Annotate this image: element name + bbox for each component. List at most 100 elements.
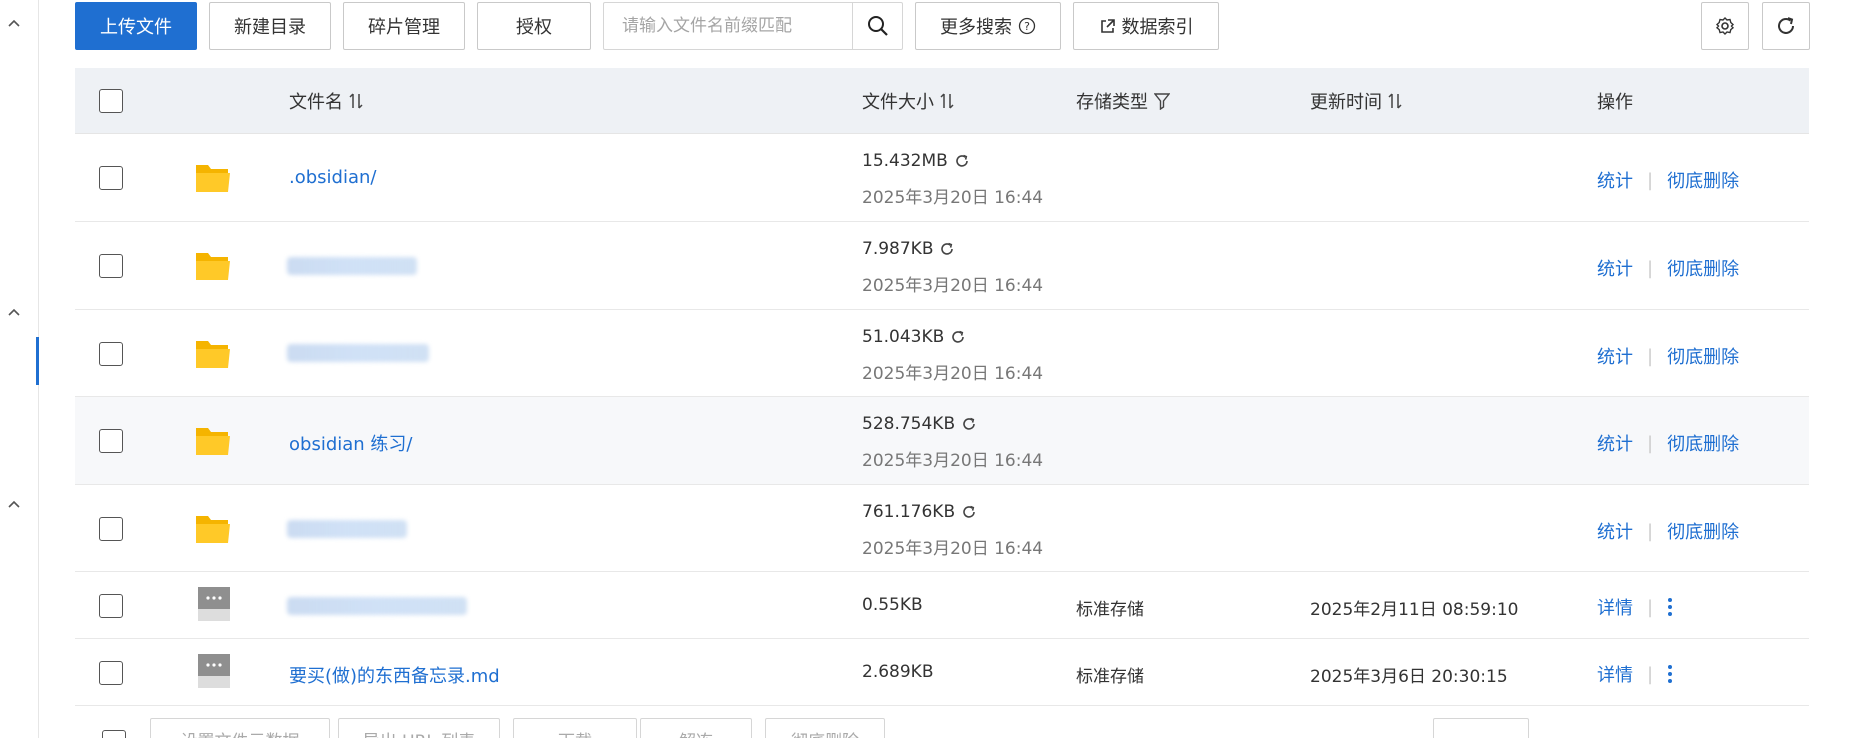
upload-button[interactable]: 上传文件	[75, 2, 197, 50]
left-rail	[0, 0, 39, 738]
table-row[interactable]: 0.55KB 标准存储 2025年2月11日 08:59:10 详情 |	[75, 572, 1809, 639]
file-size-value: 15.432MB	[862, 151, 948, 171]
more-search-button[interactable]: 更多搜索 ?	[915, 2, 1061, 50]
row-ops: 统计 | 彻底删除	[1597, 255, 1739, 281]
table-row[interactable]: 51.043KB 2025年3月20日 16:44 统计 | 彻底删除	[75, 310, 1809, 397]
unfreeze-button[interactable]: 解冻	[640, 718, 752, 738]
row-ops: 详情 |	[1597, 594, 1673, 620]
details-link[interactable]: 详情	[1597, 594, 1633, 620]
row-checkbox[interactable]	[99, 661, 123, 685]
file-name-link[interactable]: .obsidian/	[289, 167, 376, 188]
search-icon	[867, 16, 888, 36]
fragments-button[interactable]: 碎片管理	[343, 2, 465, 50]
authorize-button[interactable]: 授权	[477, 2, 591, 50]
settings-button[interactable]	[1701, 2, 1749, 50]
bulk-delete-button[interactable]: 彻底删除	[765, 718, 885, 738]
search-button[interactable]	[852, 3, 902, 49]
chevron-up-icon[interactable]	[6, 16, 22, 32]
row-checkbox[interactable]	[99, 166, 123, 190]
row-checkbox[interactable]	[99, 517, 123, 541]
table-row[interactable]: 要买(做)的东西备忘录.md 2.689KB 标准存储 2025年3月6日 20…	[75, 639, 1809, 706]
stats-link[interactable]: 统计	[1597, 167, 1633, 193]
file-size: 0.55KB	[862, 595, 923, 615]
active-indicator	[36, 337, 39, 385]
folder-icon	[196, 165, 230, 192]
table-row[interactable]: .obsidian/ 15.432MB 2025年3月20日 16:44 统计 |…	[75, 134, 1809, 222]
col-ops-label: 操作	[1597, 92, 1633, 113]
delete-link[interactable]: 彻底删除	[1667, 167, 1739, 193]
file-table: 文件名 文件大小 存储类型 更新时间 操作 .obsidian/ 15.432M…	[75, 68, 1809, 706]
col-ops: 操作	[1597, 68, 1633, 134]
folder-icon	[196, 341, 230, 368]
set-metadata-label: 设置文件元数据	[181, 727, 300, 738]
table-row[interactable]: obsidian 练习/ 528.754KB 2025年3月20日 16:44 …	[75, 397, 1809, 485]
download-label: 下载	[558, 727, 592, 738]
col-storage-label: 存储类型	[1076, 92, 1148, 113]
delete-link[interactable]: 彻底删除	[1667, 255, 1739, 281]
stats-link[interactable]: 统计	[1597, 430, 1633, 456]
search-input[interactable]	[604, 3, 852, 49]
new-dir-label: 新建目录	[234, 17, 306, 38]
redacted-name[interactable]	[287, 344, 429, 362]
help-icon: ?	[1018, 17, 1036, 35]
folder-icon	[196, 428, 230, 455]
more-icon[interactable]	[1667, 598, 1673, 616]
file-name-link[interactable]: obsidian 练习/	[289, 430, 412, 456]
chevron-up-icon[interactable]	[6, 497, 22, 513]
sort-icon	[349, 93, 363, 109]
refresh-icon[interactable]	[950, 329, 966, 345]
redacted-name[interactable]	[287, 520, 407, 538]
table-row[interactable]: 761.176KB 2025年3月20日 16:44 统计 | 彻底删除	[75, 485, 1809, 572]
delete-link[interactable]: 彻底删除	[1667, 518, 1739, 544]
set-metadata-button[interactable]: 设置文件元数据	[150, 718, 330, 738]
col-storage-type[interactable]: 存储类型	[1076, 68, 1170, 134]
select-all-checkbox-bottom[interactable]	[102, 730, 126, 738]
refresh-icon[interactable]	[961, 416, 977, 432]
search-box	[603, 2, 903, 50]
more-icon[interactable]	[1667, 665, 1673, 683]
file-name-link[interactable]: 要买(做)的东西备忘录.md	[289, 662, 500, 688]
file-size-value: 528.754KB	[862, 414, 956, 434]
fragments-label: 碎片管理	[368, 17, 440, 38]
select-all-checkbox[interactable]	[99, 89, 123, 113]
refresh-icon[interactable]	[961, 504, 977, 520]
row-checkbox[interactable]	[99, 594, 123, 618]
refresh-icon[interactable]	[954, 153, 970, 169]
delete-link[interactable]: 彻底删除	[1667, 343, 1739, 369]
stats-link[interactable]: 统计	[1597, 518, 1633, 544]
col-updated[interactable]: 更新时间	[1310, 68, 1402, 134]
col-size[interactable]: 文件大小	[862, 68, 954, 134]
export-url-button[interactable]: 导出 URL 列表	[338, 718, 500, 738]
new-dir-button[interactable]: 新建目录	[209, 2, 331, 50]
col-name[interactable]: 文件名	[289, 68, 363, 134]
gear-icon	[1715, 17, 1735, 35]
col-size-label: 文件大小	[862, 92, 934, 113]
row-checkbox[interactable]	[99, 342, 123, 366]
row-ops: 统计 | 彻底删除	[1597, 343, 1739, 369]
updated-time: 2025年2月11日 08:59:10	[1310, 600, 1519, 620]
upload-label: 上传文件	[100, 17, 172, 38]
data-index-button[interactable]: 数据索引	[1073, 2, 1219, 50]
data-index-label: 数据索引	[1121, 17, 1194, 38]
file-size: 7.987KB	[862, 239, 955, 259]
file-size: 15.432MB	[862, 151, 970, 171]
download-button[interactable]: 下载	[513, 718, 637, 738]
table-row[interactable]: 7.987KB 2025年3月20日 16:44 统计 | 彻底删除	[75, 222, 1809, 310]
row-checkbox[interactable]	[99, 254, 123, 278]
stats-link[interactable]: 统计	[1597, 343, 1633, 369]
details-link[interactable]: 详情	[1597, 661, 1633, 687]
file-size-value: 761.176KB	[862, 502, 956, 522]
file-icon	[198, 587, 230, 621]
redacted-name[interactable]	[287, 597, 467, 615]
chevron-up-icon[interactable]	[6, 305, 22, 321]
refresh-icon[interactable]	[939, 241, 955, 257]
refresh-button[interactable]	[1762, 2, 1810, 50]
file-date: 2025年3月20日 16:44	[862, 276, 1044, 296]
row-checkbox[interactable]	[99, 429, 123, 453]
file-size: 761.176KB	[862, 502, 977, 522]
stats-link[interactable]: 统计	[1597, 255, 1633, 281]
folder-icon	[196, 253, 230, 280]
page-size-select[interactable]	[1433, 718, 1529, 738]
redacted-name[interactable]	[287, 257, 417, 275]
delete-link[interactable]: 彻底删除	[1667, 430, 1739, 456]
